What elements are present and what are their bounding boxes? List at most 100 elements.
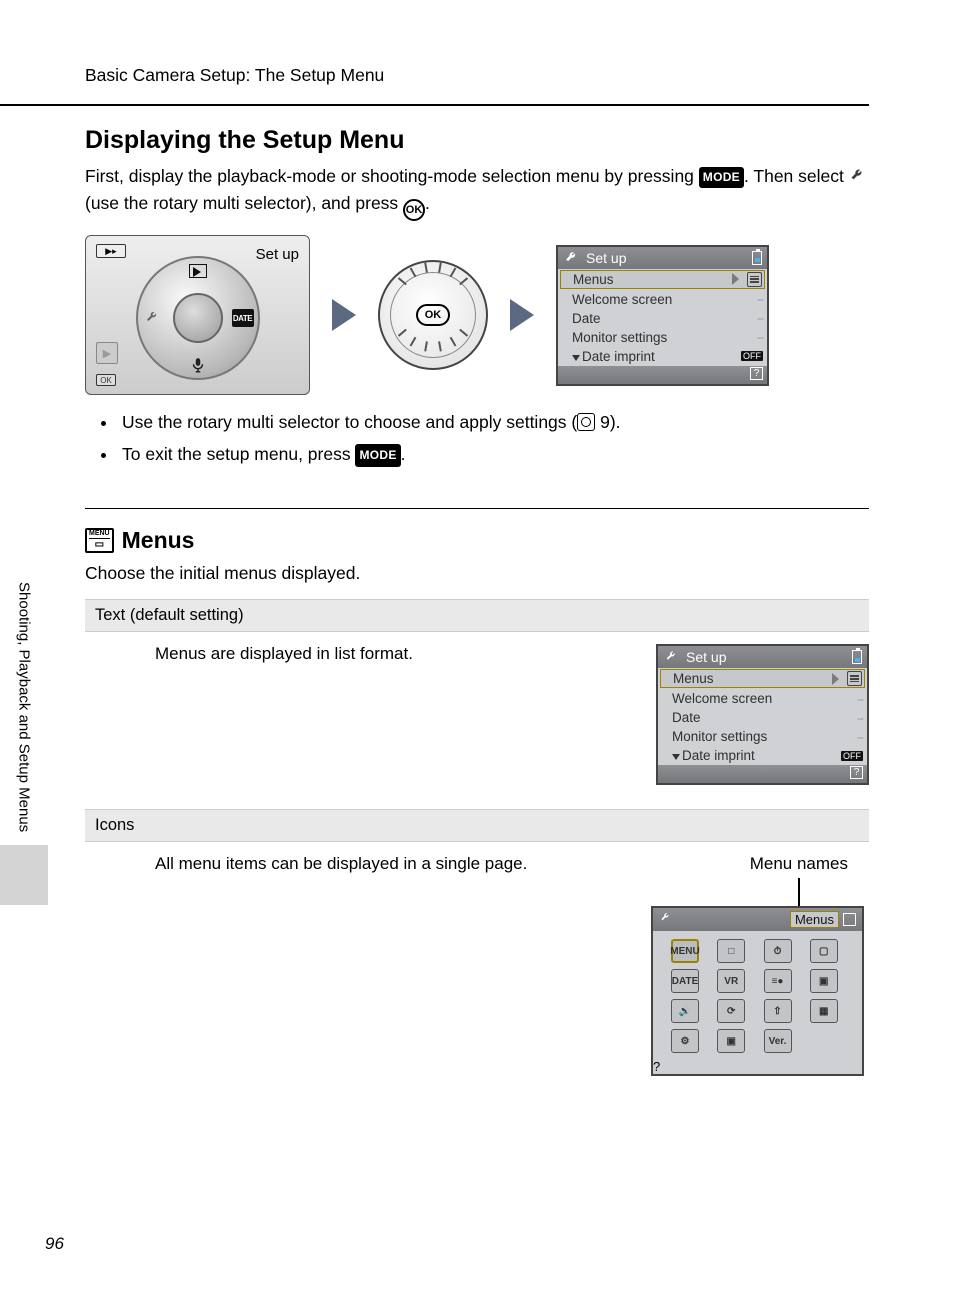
ok-icon: OK — [403, 199, 425, 221]
menu-badge-icon: MENU▭ — [85, 528, 114, 553]
icon-grid-cell: ≡● — [764, 969, 792, 993]
menu-row-value: -- — [857, 692, 863, 706]
icon-grid-cell: ⇧ — [764, 999, 792, 1023]
menu-row-label: Monitor settings — [572, 330, 667, 345]
divider — [85, 508, 869, 509]
option-text: Text (default setting) Menus are display… — [85, 599, 869, 797]
chevron-down-icon — [572, 355, 580, 361]
menu-row: Monitor settings -- — [658, 727, 867, 746]
chevron-right-icon — [732, 273, 739, 285]
menu-row: Date imprint OFF — [558, 347, 767, 366]
icon-grid-cell: ⟳ — [717, 999, 745, 1023]
instruction-list: Use the rotary multi selector to choose … — [118, 407, 954, 470]
lcd-setup-icons: Menus MENU □ ⏱ ▢ DATE VR ≡● ▣ 🔊 ⟳ ⇧ ▦ ⚙ ▣ Ver. ? — [651, 906, 864, 1076]
help-icon: ? — [653, 1059, 660, 1074]
icon-grid-cell: ▢ — [810, 939, 838, 963]
option-body-text: Menus are displayed in list format. — [155, 644, 606, 664]
menu-row: Menus — [560, 270, 765, 289]
icon-grid-cell: Ver. — [764, 1029, 792, 1053]
ok-dial-illustration: OK — [378, 260, 488, 370]
menu-row: Menus — [660, 669, 865, 688]
battery-icon — [852, 650, 862, 664]
option-icons: Icons All menu items can be displayed in… — [85, 809, 869, 1088]
chevron-right-icon — [832, 673, 839, 685]
section-desc: Choose the initial menus displayed. — [85, 560, 869, 587]
menu-row-value: -- — [857, 730, 863, 744]
lcd-title: Set up — [686, 649, 726, 665]
list-view-icon — [747, 272, 762, 287]
arrow-right-icon — [510, 299, 534, 331]
icon-grid-cell: DATE — [671, 969, 699, 993]
menu-row-label: Welcome screen — [572, 292, 672, 307]
date-dial-icon: DATE — [232, 309, 254, 327]
ok-button-icon: OK — [416, 304, 450, 326]
icon-grid-cell: □ — [717, 939, 745, 963]
icon-grid-cell: MENU — [671, 939, 699, 963]
wrench-dial-icon — [142, 309, 164, 327]
option-body-text: All menu items can be displayed in a sin… — [155, 854, 601, 874]
option-header: Icons — [85, 809, 869, 842]
icon-grid-cell: ⏱ — [764, 939, 792, 963]
list-item: Use the rotary multi selector to choose … — [118, 407, 954, 439]
intro-text: First, display the playback-mode or shoo… — [85, 163, 869, 221]
mode-badge-icon: MODE — [699, 167, 744, 188]
page-title: Displaying the Setup Menu — [85, 126, 954, 155]
icon-grid-cell — [810, 1029, 838, 1053]
page-number: 96 — [45, 1234, 64, 1254]
icon-grid-title: Menus — [790, 911, 839, 928]
menu-row: Monitor settings -- — [558, 328, 767, 347]
icon-grid-cell: ⚙ — [671, 1029, 699, 1053]
grid-icon — [843, 913, 856, 926]
menu-row-label: Date — [672, 710, 701, 725]
help-icon: ? — [850, 766, 863, 779]
icon-grid-cell: VR — [717, 969, 745, 993]
menu-row-value: -- — [857, 711, 863, 725]
menu-row-label: Monitor settings — [672, 729, 767, 744]
play-tab-icon: ▶▸ — [96, 244, 126, 258]
section-heading-menus: MENU▭ Menus — [85, 527, 954, 554]
option-header: Text (default setting) — [85, 599, 869, 632]
menu-row-value: -- — [757, 330, 763, 344]
mic-dial-icon — [187, 356, 209, 374]
lcd-setup-text-2: Set up MenusWelcome screen--Date--Monito… — [656, 644, 869, 785]
arrow-right-icon — [332, 299, 356, 331]
pointer-line — [798, 878, 800, 906]
menu-row-label: Date — [572, 311, 601, 326]
icon-grid-cell: ▦ — [810, 999, 838, 1023]
menu-row-label: Date imprint — [672, 748, 755, 763]
battery-icon — [752, 251, 762, 265]
breadcrumb: Basic Camera Setup: The Setup Menu — [0, 0, 869, 106]
wrench-icon — [849, 166, 867, 184]
menu-row-value: OFF — [841, 751, 863, 761]
figure-row: ▶▸ Set up ▶ OK DATE OK — [85, 235, 869, 395]
menu-row-label: Menus — [673, 671, 714, 686]
icon-grid-cell: 🔊 — [671, 999, 699, 1023]
play-icon — [187, 262, 209, 280]
menu-row-label: Welcome screen — [672, 691, 772, 706]
menu-row: Welcome screen -- — [558, 290, 767, 309]
selector-icon — [577, 413, 595, 431]
camera-back-illustration: ▶▸ Set up ▶ OK DATE — [85, 235, 310, 395]
side-tab: Shooting, Playback and Setup Menus — [0, 540, 48, 875]
lcd-setup-text: Set up MenusWelcome screen--Date--Monito… — [556, 245, 769, 386]
playback-square-icon: ▶ — [96, 342, 118, 364]
icon-grid-cell: ▣ — [717, 1029, 745, 1053]
wrench-icon — [564, 250, 580, 266]
menu-row-value: -- — [757, 311, 763, 325]
icon-grid-cell: ▣ — [810, 969, 838, 993]
ok-tab-icon: OK — [96, 374, 116, 386]
menu-row-value: -- — [757, 292, 763, 306]
menu-row: Date -- — [658, 708, 867, 727]
chevron-down-icon — [672, 754, 680, 760]
lcd-title: Set up — [586, 250, 626, 266]
menu-row: Date -- — [558, 309, 767, 328]
wrench-icon — [664, 649, 680, 665]
panel-setup-label: Set up — [256, 246, 299, 263]
menu-row-label: Date imprint — [572, 349, 655, 364]
menu-row-label: Menus — [573, 272, 614, 287]
menu-row: Date imprint OFF — [658, 746, 867, 765]
help-icon: ? — [750, 367, 763, 380]
mode-badge-icon: MODE — [355, 444, 400, 468]
list-item: To exit the setup menu, press MODE. — [118, 439, 954, 471]
menu-row-value: OFF — [741, 351, 763, 361]
